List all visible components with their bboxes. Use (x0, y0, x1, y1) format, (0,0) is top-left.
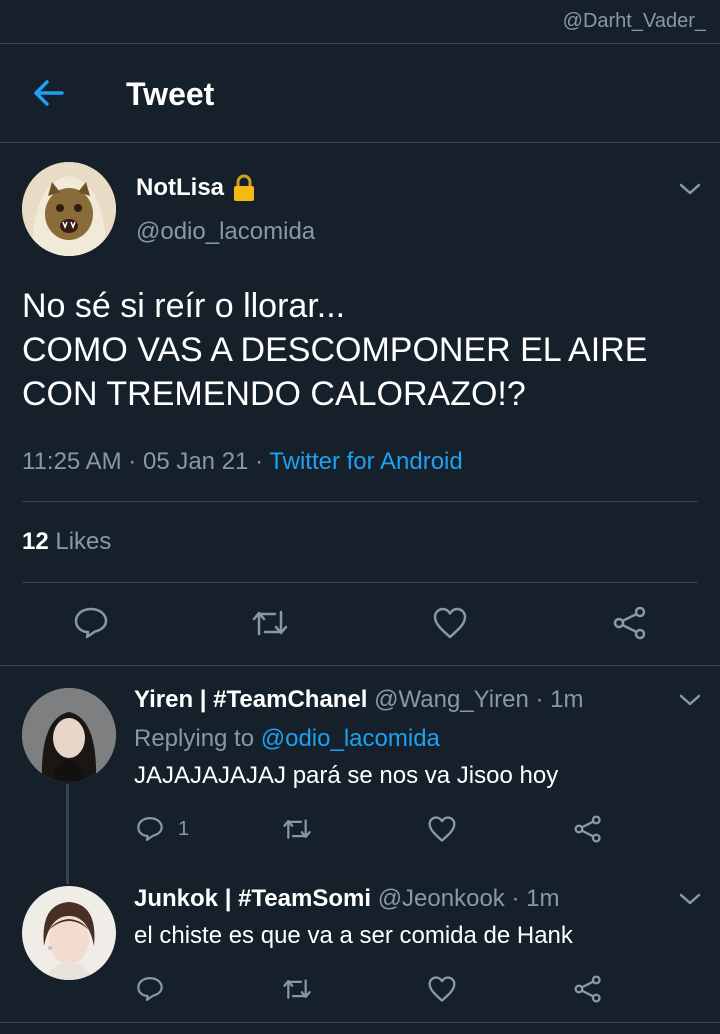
tweet-author[interactable]: NotLisa (136, 174, 256, 202)
share-button[interactable] (573, 975, 603, 1003)
reply-handle: @Wang_Yiren (374, 686, 529, 713)
more-options-button[interactable] (679, 892, 701, 906)
like-button[interactable] (432, 606, 468, 640)
divider (22, 582, 698, 583)
reply-author[interactable]: Junkok | #TeamSomi @Jeonkook · 1m (134, 885, 559, 913)
tweet-meta: 11:25 AM · 05 Jan 21 · Twitter for Andro… (22, 448, 463, 475)
share-icon (574, 975, 601, 1003)
retweet-button[interactable] (282, 975, 312, 1003)
heart-icon (428, 976, 456, 1002)
reply-button[interactable] (73, 606, 109, 640)
display-name: NotLisa (136, 174, 225, 201)
arrow-left-icon (34, 80, 64, 106)
likes-label: Likes (55, 528, 112, 555)
tweet-handle[interactable]: @odio_lacomida (136, 218, 315, 246)
replying-to: Replying to @odio_lacomida (134, 725, 440, 753)
likes-number: 12 (22, 528, 49, 555)
tweet-text: No sé si reír o llorar... COMO VAS A DES… (22, 284, 712, 416)
watermark: @Darht_Vader_ (562, 10, 706, 32)
reply-count: 1 (178, 817, 190, 840)
retweet-icon (252, 610, 288, 636)
thread-line (66, 784, 69, 884)
replying-to-handle-link[interactable]: @odio_lacomida (261, 725, 440, 752)
reply-icon (137, 977, 163, 1001)
avatar[interactable] (22, 886, 116, 980)
tweet-time: 11:25 AM (22, 448, 122, 475)
reply-handle: @Jeonkook (377, 885, 505, 912)
chevron-down-icon (679, 893, 701, 905)
reply-time: 1m (550, 686, 584, 713)
replying-to-label: Replying to (134, 725, 255, 752)
divider (0, 1022, 720, 1023)
reply-time: 1m (526, 885, 560, 912)
reply-text: el chiste es que va a ser comida de Hank (134, 922, 573, 949)
avatar[interactable] (22, 688, 116, 782)
top-bar: Tweet (0, 44, 720, 142)
avatar-image (22, 688, 116, 782)
tweet-text-line: CON TREMENDO CALORAZO!? (22, 375, 526, 413)
reply-display-name: Junkok | #TeamSomi (134, 885, 372, 912)
tweet-text-line: COMO VAS A DESCOMPONER EL AIRE (22, 331, 648, 369)
share-icon (613, 606, 646, 640)
divider (22, 501, 698, 502)
page-title: Tweet (126, 76, 215, 112)
reply-text: JAJAJAJAJAJ pará se nos va Jisoo hoy (134, 762, 559, 789)
more-options-button[interactable] (679, 693, 701, 707)
avatar-image (22, 162, 116, 256)
reply-author[interactable]: Yiren | #TeamChanel @Wang_Yiren · 1m (134, 686, 583, 714)
divider (0, 665, 720, 666)
reply-icon (137, 817, 163, 841)
reply-button[interactable] (136, 975, 164, 1003)
retweet-icon (283, 819, 311, 839)
reply-button[interactable]: 1 (136, 815, 189, 843)
avatar[interactable] (22, 162, 116, 256)
like-button[interactable] (427, 815, 457, 843)
back-button[interactable] (32, 78, 66, 108)
tweet-text-line: No sé si reír o llorar... (22, 287, 346, 325)
retweet-button[interactable] (251, 606, 289, 640)
avatar-image (22, 886, 116, 980)
heart-icon (428, 816, 456, 842)
like-button[interactable] (427, 975, 457, 1003)
reply-display-name: Yiren | #TeamChanel (134, 686, 368, 713)
chevron-down-icon (679, 694, 701, 706)
more-options-button[interactable] (679, 182, 701, 196)
likes-count[interactable]: 12 Likes (22, 528, 111, 556)
share-button[interactable] (573, 815, 603, 843)
share-icon (574, 815, 601, 843)
heart-icon (433, 607, 467, 639)
divider (0, 142, 720, 143)
share-button[interactable] (612, 606, 648, 640)
retweet-button[interactable] (282, 815, 312, 843)
retweet-icon (283, 979, 311, 999)
chevron-down-icon (679, 183, 701, 195)
tweet-source-link[interactable]: Twitter for Android (269, 448, 462, 475)
reply-icon (74, 607, 108, 639)
lock-icon (234, 174, 255, 201)
tweet-date: 05 Jan 21 (142, 448, 249, 475)
